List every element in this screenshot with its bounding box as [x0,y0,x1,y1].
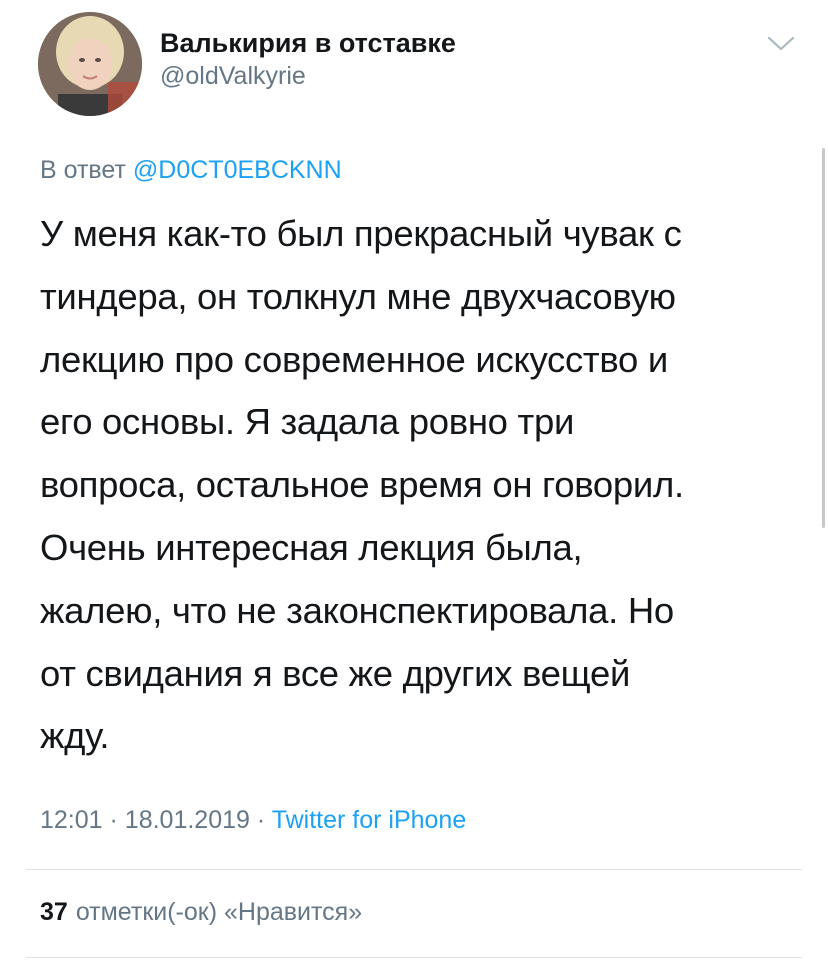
likes-stat[interactable]: 37 отметки(-ок) «Нравится» [40,892,362,932]
reply-mention-link[interactable]: @D0CT0EBCKNN [133,156,342,184]
tweet-line: вопроса, остальное время он говорил. [40,464,684,506]
meta-separator: · [109,806,118,834]
tweet-time: 12:01 [40,806,103,834]
scrollbar[interactable] [822,148,825,528]
tweet-line: жду. [40,715,110,757]
tweet-line: его основы. Я задала ровно три [40,401,575,443]
divider [26,869,802,870]
tweet-text: У меня как-то был прекрасный чувак с тин… [40,203,792,768]
likes-count: 37 [40,898,68,926]
divider [26,957,802,958]
display-name[interactable]: Валькирия в отставке [160,26,456,60]
reply-prefix: В ответ [40,156,126,184]
author-names[interactable]: Валькирия в отставке @oldValkyrie [160,26,456,92]
tweet-meta: 12:01 · 18.01.2019 · Twitter for iPhone [40,800,466,840]
avatar[interactable] [38,12,142,116]
likes-label: отметки(-ок) «Нравится» [75,898,363,926]
chevron-down-icon[interactable] [764,32,798,56]
tweet-line: лекцию про современное искусство и [40,338,668,380]
avatar-image [38,12,142,116]
reply-context: В ответ @D0CT0EBCKNN [40,152,342,188]
tweet-date: 18.01.2019 [124,806,250,834]
tweet-header: Валькирия в отставке @oldValkyrie [38,12,798,116]
tweet-line: Очень интересная лекция была, [40,526,583,568]
meta-separator: · [256,806,266,834]
tweet-line: от свидания я все же других вещей [40,652,631,694]
tweet-line: У меня как-то был прекрасный чувак с [40,213,682,254]
tweet-line: жалею, что не законспектировала. Но [40,589,674,631]
user-handle[interactable]: @oldValkyrie [160,60,456,92]
tweet-source-link[interactable]: Twitter for iPhone [272,806,467,834]
tweet-line: тиндера, он толкнул мне двухчасовую [40,275,676,317]
